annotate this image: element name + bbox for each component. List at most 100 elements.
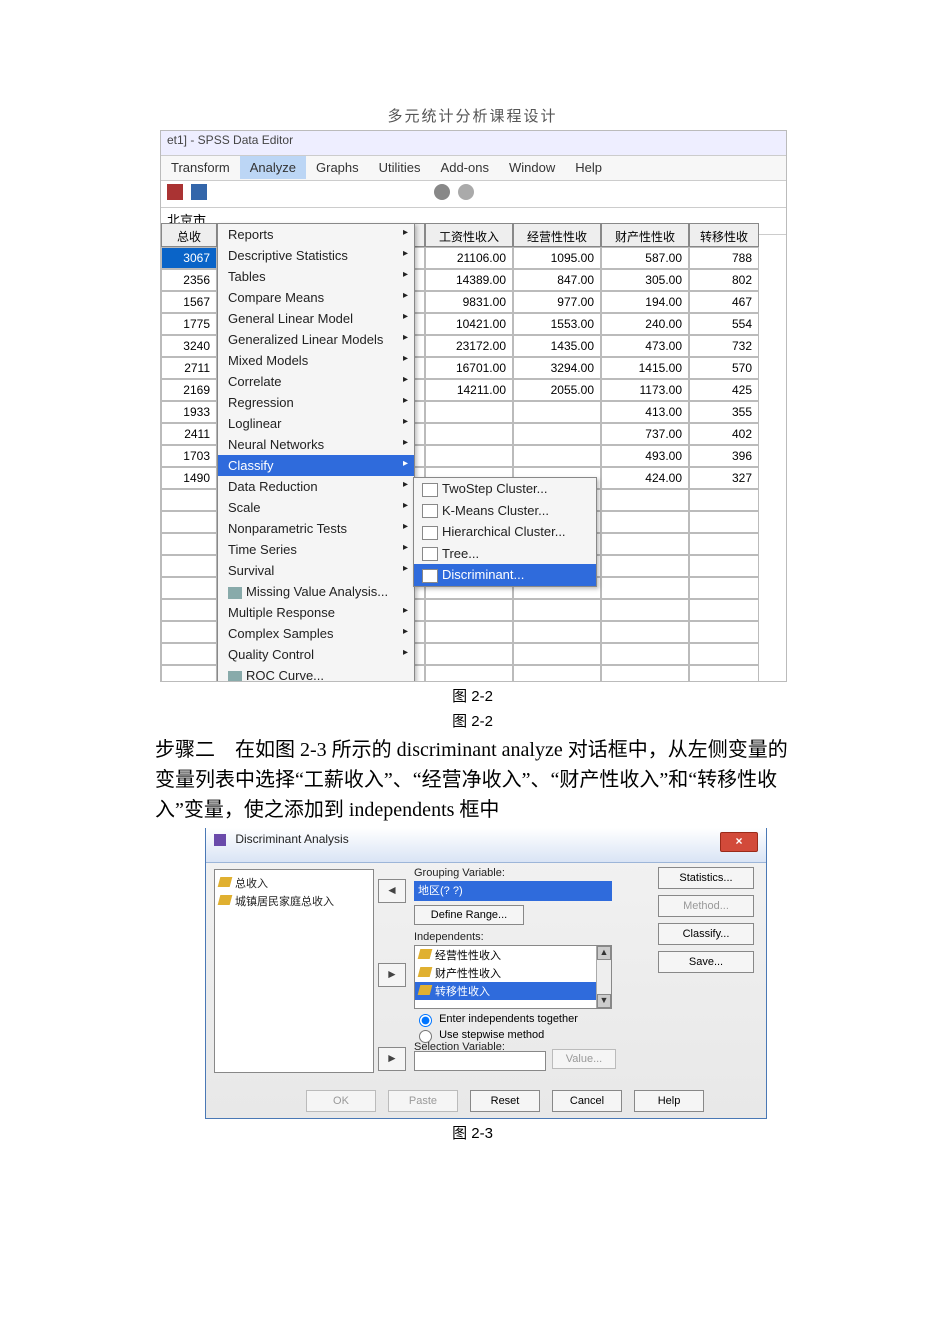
cell[interactable]: 587.00 <box>601 247 689 269</box>
cell[interactable] <box>513 599 601 621</box>
cell[interactable] <box>161 577 217 599</box>
cell[interactable]: 847.00 <box>513 269 601 291</box>
independent-item[interactable]: 经营性性收入 <box>415 946 611 964</box>
cell[interactable] <box>601 511 689 533</box>
menu-item-quality-control[interactable]: Quality Control▸ <box>218 644 414 665</box>
column-header[interactable]: 工资性收入 <box>425 223 513 247</box>
cell[interactable] <box>689 643 759 665</box>
cell[interactable]: 396 <box>689 445 759 467</box>
cell[interactable]: 23172.00 <box>425 335 513 357</box>
save-button[interactable]: Save... <box>658 951 754 973</box>
column-header[interactable]: 经营性性收 <box>513 223 601 247</box>
independents-scrollbar[interactable]: ▲ ▼ <box>596 946 611 1008</box>
enter-together-radio-input[interactable] <box>419 1014 432 1027</box>
close-icon[interactable]: × <box>720 832 758 852</box>
cell[interactable]: 305.00 <box>601 269 689 291</box>
cell[interactable]: 1173.00 <box>601 379 689 401</box>
cell[interactable] <box>689 555 759 577</box>
cell[interactable] <box>425 621 513 643</box>
variable-item[interactable]: 总收入 <box>219 874 369 892</box>
menu-item-multiple-response[interactable]: Multiple Response▸ <box>218 602 414 623</box>
cell[interactable]: 1415.00 <box>601 357 689 379</box>
cell[interactable]: 413.00 <box>601 401 689 423</box>
cell[interactable]: 2169 <box>161 379 217 401</box>
scroll-down-icon[interactable]: ▼ <box>597 994 611 1008</box>
column-header[interactable]: 转移性收 <box>689 223 759 247</box>
cell[interactable]: 2356 <box>161 269 217 291</box>
cell[interactable] <box>161 489 217 511</box>
cell[interactable]: 788 <box>689 247 759 269</box>
cell[interactable] <box>601 599 689 621</box>
enter-together-radio[interactable]: Enter independents together <box>414 1011 578 1027</box>
cell[interactable] <box>513 445 601 467</box>
cell[interactable] <box>689 533 759 555</box>
cell[interactable]: 802 <box>689 269 759 291</box>
menu-item-add-ons[interactable]: Add-ons <box>431 156 499 179</box>
menu-item-transform[interactable]: Transform <box>161 156 240 179</box>
cell[interactable]: 2411 <box>161 423 217 445</box>
reset-button[interactable]: Reset <box>470 1090 540 1112</box>
menu-item-roc-curve-[interactable]: ROC Curve... <box>218 665 414 682</box>
classify-button[interactable]: Classify... <box>658 923 754 945</box>
menu-item-tables[interactable]: Tables▸ <box>218 266 414 287</box>
cell[interactable]: 402 <box>689 423 759 445</box>
cell[interactable]: 21106.00 <box>425 247 513 269</box>
cell[interactable]: 3240 <box>161 335 217 357</box>
cell[interactable]: 1435.00 <box>513 335 601 357</box>
menu-item-classify[interactable]: Classify▸ <box>218 455 414 476</box>
cell[interactable]: 425 <box>689 379 759 401</box>
cell[interactable]: 16701.00 <box>425 357 513 379</box>
toolbar-icon1[interactable] <box>167 184 183 200</box>
cell[interactable]: 327 <box>689 467 759 489</box>
cell[interactable] <box>689 599 759 621</box>
cell[interactable] <box>425 401 513 423</box>
cell[interactable]: 554 <box>689 313 759 335</box>
cell[interactable] <box>161 511 217 533</box>
menu-item-scale[interactable]: Scale▸ <box>218 497 414 518</box>
variable-item[interactable]: 城镇居民家庭总收入 <box>219 892 369 910</box>
cell[interactable]: 14211.00 <box>425 379 513 401</box>
cell[interactable]: 9831.00 <box>425 291 513 313</box>
cell[interactable]: 493.00 <box>601 445 689 467</box>
menu-item-regression[interactable]: Regression▸ <box>218 392 414 413</box>
menu-item-loglinear[interactable]: Loglinear▸ <box>218 413 414 434</box>
cell[interactable] <box>513 665 601 682</box>
statistics-button[interactable]: Statistics... <box>658 867 754 889</box>
variable-list[interactable]: 总收入城镇居民家庭总收入 <box>214 869 374 1073</box>
cell[interactable]: 2055.00 <box>513 379 601 401</box>
cell[interactable]: 1490 <box>161 467 217 489</box>
grouping-variable-field[interactable]: 地区(? ?) <box>414 881 612 901</box>
cell[interactable]: 1933 <box>161 401 217 423</box>
column-header[interactable]: 财产性性收 <box>601 223 689 247</box>
cell[interactable] <box>513 643 601 665</box>
cell[interactable] <box>425 643 513 665</box>
menu-item-time-series[interactable]: Time Series▸ <box>218 539 414 560</box>
menu-item-compare-means[interactable]: Compare Means▸ <box>218 287 414 308</box>
move-to-selection-button[interactable]: ► <box>378 1047 406 1071</box>
cell[interactable] <box>513 621 601 643</box>
cell[interactable]: 240.00 <box>601 313 689 335</box>
cell[interactable] <box>689 577 759 599</box>
cell[interactable] <box>689 665 759 682</box>
submenu-item-hierarchical-cluster-[interactable]: Hierarchical Cluster... <box>414 521 596 543</box>
cell[interactable] <box>513 401 601 423</box>
cell[interactable]: 1553.00 <box>513 313 601 335</box>
menu-item-analyze[interactable]: Analyze <box>240 156 306 179</box>
cell[interactable] <box>601 533 689 555</box>
cell[interactable]: 194.00 <box>601 291 689 313</box>
cell[interactable] <box>601 555 689 577</box>
cell[interactable]: 977.00 <box>513 291 601 313</box>
menu-item-generalized-linear-models[interactable]: Generalized Linear Models▸ <box>218 329 414 350</box>
submenu-item-discriminant-[interactable]: Discriminant... <box>414 564 596 586</box>
move-to-independents-button[interactable]: ► <box>378 963 406 987</box>
cell[interactable] <box>689 489 759 511</box>
cell[interactable]: 424.00 <box>601 467 689 489</box>
cell[interactable] <box>161 621 217 643</box>
cell[interactable] <box>601 621 689 643</box>
submenu-item-twostep-cluster-[interactable]: TwoStep Cluster... <box>414 478 596 500</box>
toolbar-icon2[interactable] <box>191 184 207 200</box>
independent-item[interactable]: 财产性性收入 <box>415 964 611 982</box>
cell[interactable] <box>425 423 513 445</box>
define-range-button[interactable]: Define Range... <box>414 905 524 925</box>
menu-item-correlate[interactable]: Correlate▸ <box>218 371 414 392</box>
